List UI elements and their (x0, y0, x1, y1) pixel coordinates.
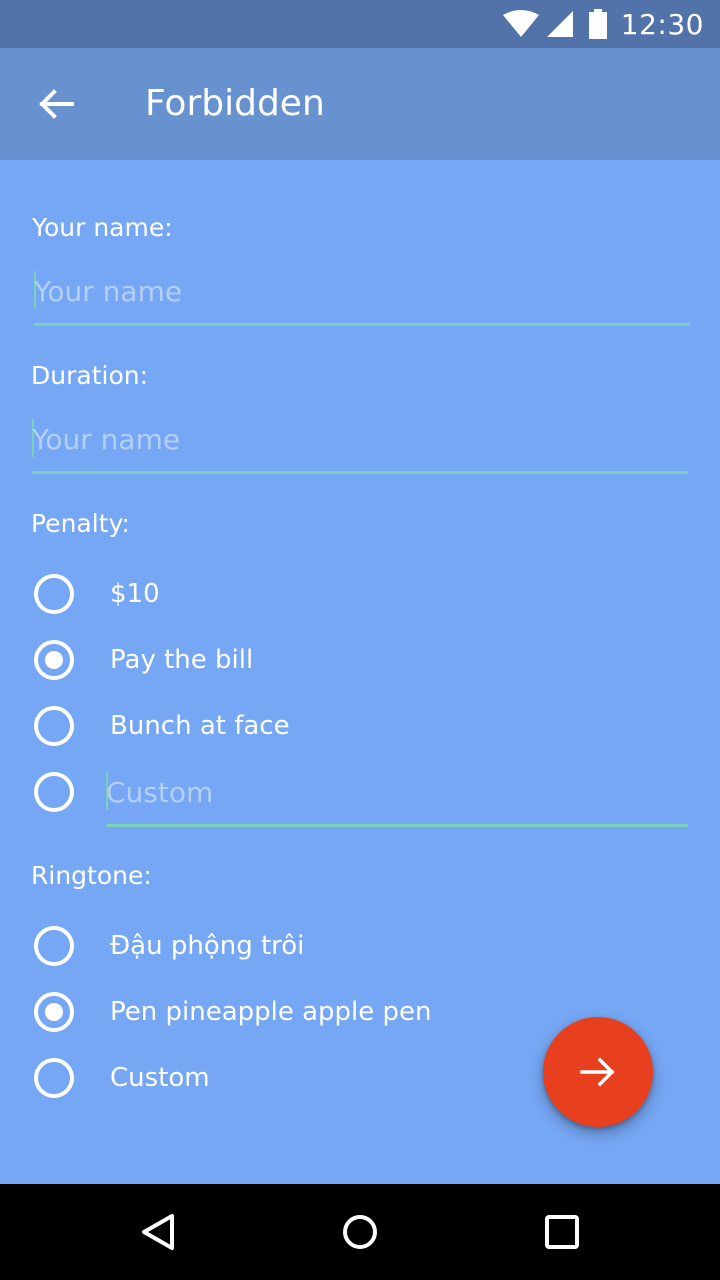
ringtone-option-custom[interactable]: Custom (32, 1056, 512, 1100)
arrow-back-icon (39, 89, 74, 119)
cell-signal-icon (546, 11, 573, 37)
back-button[interactable] (32, 80, 80, 128)
ringtone-option-pen-pineapple-apple-pen[interactable]: Pen pineapple apple pen (32, 990, 632, 1034)
ringtone-option-dau-phong-troi[interactable]: Đậu phộng trôi (32, 924, 632, 968)
app-bar: Forbidden (0, 48, 720, 160)
ringtone-option-label: Custom (110, 1063, 210, 1093)
radio-button-checked[interactable] (34, 992, 74, 1032)
radio-button-unchecked[interactable] (34, 1058, 74, 1098)
nav-back-button[interactable] (136, 1208, 184, 1256)
penalty-option-label: Bunch at face (110, 711, 290, 741)
arrow-forward-icon (580, 1057, 615, 1087)
name-label: Your name: (32, 213, 173, 242)
penalty-custom-input[interactable] (106, 764, 688, 820)
home-circle-icon (343, 1215, 377, 1249)
status-bar: 12:30 (0, 0, 720, 48)
battery-icon (588, 9, 607, 39)
recents-square-icon (545, 1215, 579, 1249)
penalty-option-10-dollars[interactable]: $10 (32, 572, 632, 616)
name-field[interactable] (34, 263, 690, 326)
ringtone-option-label: Pen pineapple apple pen (110, 997, 432, 1027)
ringtone-option-label: Đậu phộng trôi (110, 931, 305, 961)
nav-recents-button[interactable] (538, 1208, 586, 1256)
status-icons: 12:30 (502, 0, 704, 48)
radio-button-unchecked[interactable] (34, 574, 74, 614)
system-nav-bar (0, 1184, 720, 1280)
radio-button-unchecked[interactable] (34, 706, 74, 746)
status-time: 12:30 (620, 7, 704, 41)
duration-label: Duration: (31, 361, 149, 390)
radio-button-unchecked[interactable] (34, 772, 74, 812)
ringtone-label: Ringtone: (31, 861, 152, 890)
duration-field[interactable] (32, 411, 688, 474)
page-title: Forbidden (145, 83, 325, 124)
penalty-custom-field[interactable] (106, 764, 688, 827)
name-input[interactable] (34, 263, 690, 319)
nav-home-button[interactable] (336, 1208, 384, 1256)
wifi-icon (502, 10, 539, 37)
penalty-option-label: Pay the bill (110, 645, 254, 675)
penalty-option-custom[interactable] (32, 770, 112, 814)
penalty-option-bunch-at-face[interactable]: Bunch at face (32, 704, 632, 748)
radio-button-checked[interactable] (34, 640, 74, 680)
back-triangle-icon (142, 1214, 174, 1250)
penalty-label: Penalty: (31, 509, 130, 538)
penalty-option-pay-the-bill[interactable]: Pay the bill (32, 638, 632, 682)
radio-button-unchecked[interactable] (34, 926, 74, 966)
penalty-option-label: $10 (110, 579, 160, 609)
next-fab-button[interactable] (543, 1017, 653, 1127)
duration-input[interactable] (32, 411, 688, 467)
